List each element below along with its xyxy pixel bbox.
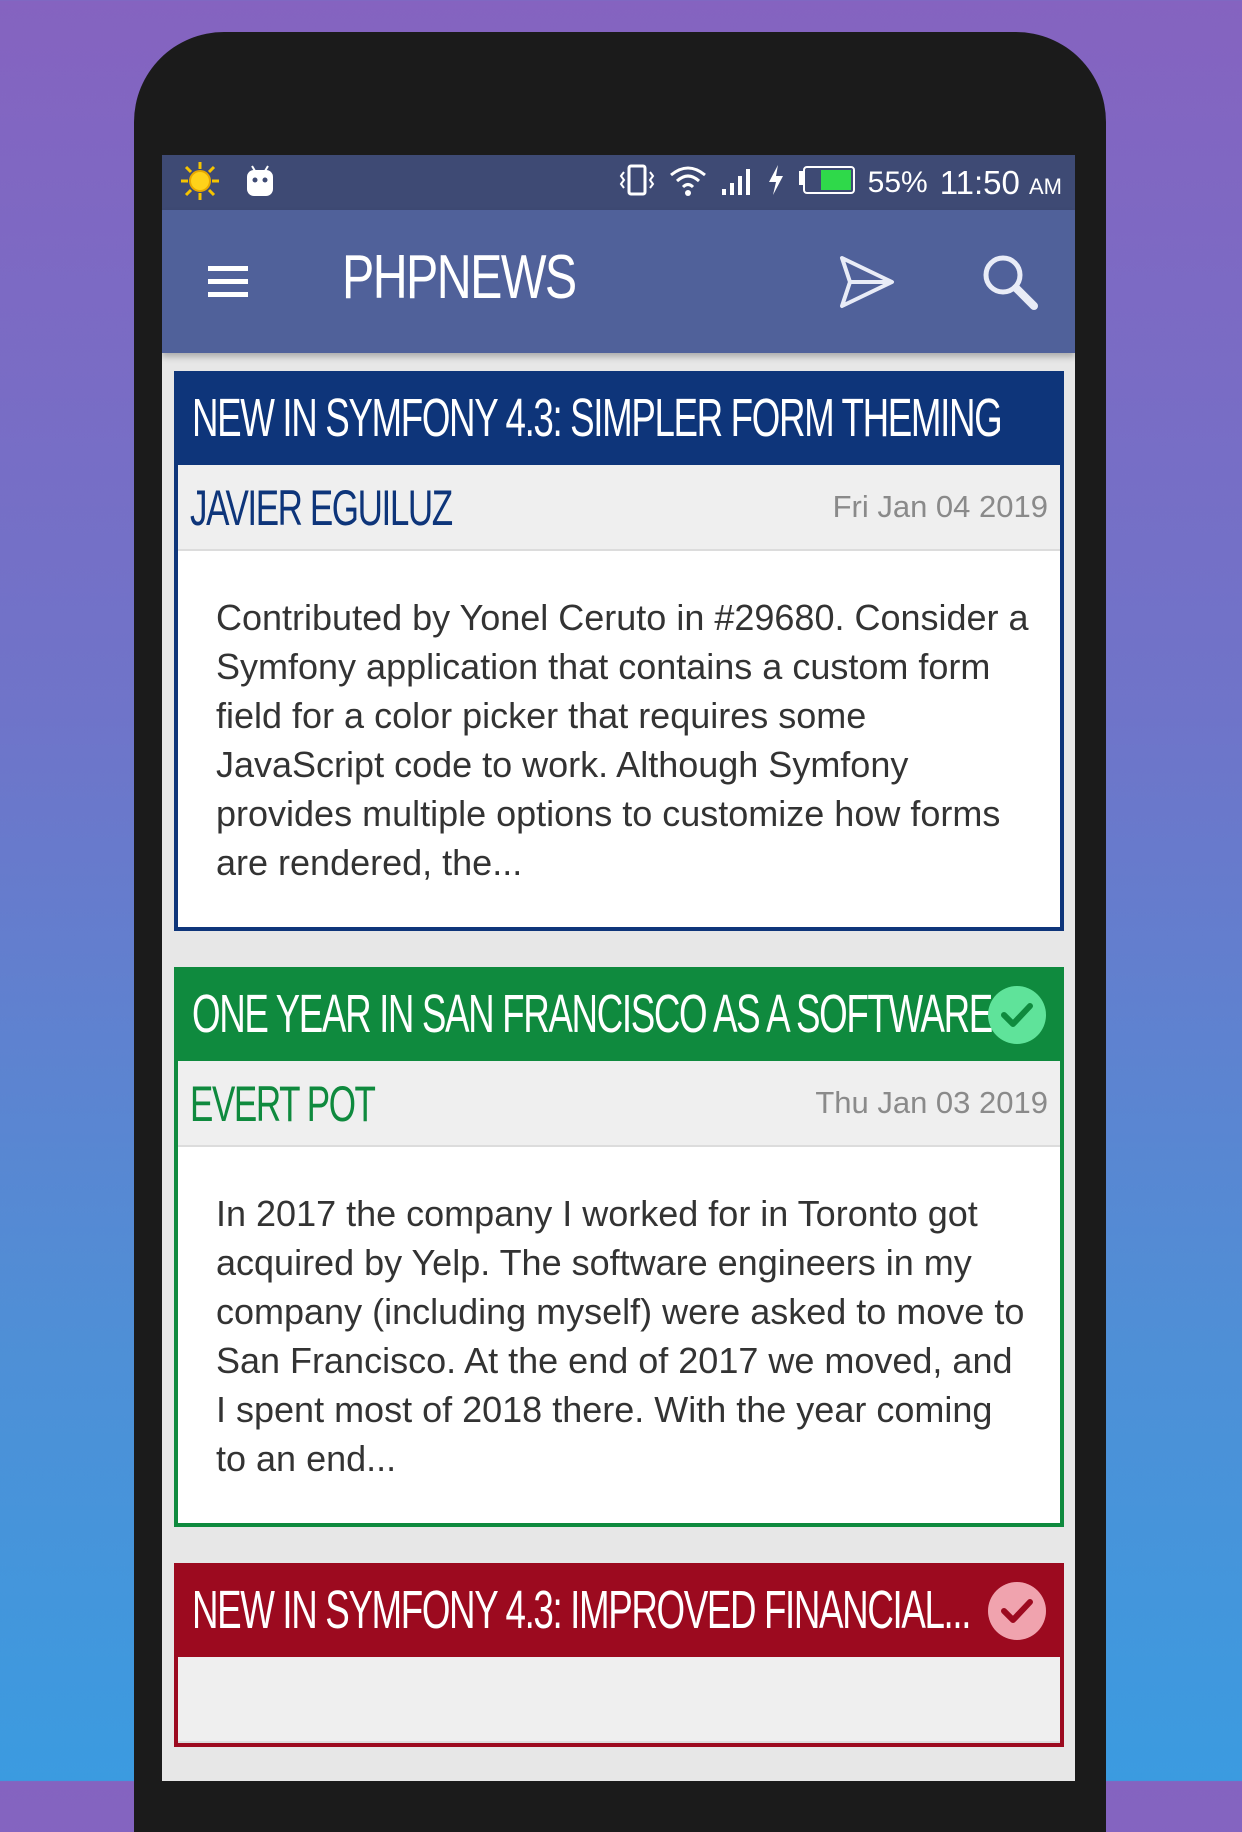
- battery-percent: 55%: [867, 165, 928, 199]
- article-excerpt: Contributed by Yonel Ceruto in #29680. C…: [216, 597, 1029, 883]
- clock-time: 11:50: [939, 163, 1020, 201]
- charging-icon: [766, 163, 786, 202]
- article-card[interactable]: NEW IN SYMFONY 4.3: IMPROVED FINANCIAL..…: [174, 1563, 1064, 1747]
- article-date: Fri Jan 04 2019: [832, 489, 1048, 524]
- article-title: NEW IN SYMFONY 4.3: SIMPLER FORM THEMING: [192, 388, 1003, 448]
- signal-icon: [720, 163, 754, 202]
- vibrate-icon: [618, 163, 656, 202]
- wifi-icon: [668, 163, 708, 202]
- article-meta: JAVIER EGUILUZ Fri Jan 04 2019: [178, 465, 1060, 551]
- read-check-icon: [988, 986, 1046, 1044]
- article-header: ONE YEAR IN SAN FRANCISCO AS A SOFTWARE.…: [178, 971, 1060, 1061]
- status-bar: 55% 11:50 AM: [162, 155, 1075, 210]
- clock-ampm: AM: [1029, 173, 1062, 199]
- article-header: NEW IN SYMFONY 4.3: SIMPLER FORM THEMING: [178, 375, 1060, 465]
- send-icon[interactable]: [838, 254, 896, 314]
- article-author: EVERT POT: [190, 1076, 376, 1132]
- article-meta: EVERT POT Thu Jan 03 2019: [178, 1061, 1060, 1147]
- app-screen: 55% 11:50 AM PHPNEWS NEW IN SYMFONY 4.3:…: [162, 155, 1075, 1781]
- clock: 11:50 AM: [940, 164, 1062, 202]
- article-date: Thu Jan 03 2019: [815, 1085, 1048, 1120]
- article-title: NEW IN SYMFONY 4.3: IMPROVED FINANCIAL..…: [192, 1580, 971, 1640]
- menu-icon[interactable]: [208, 266, 248, 300]
- article-header: NEW IN SYMFONY 4.3: IMPROVED FINANCIAL..…: [178, 1567, 1060, 1657]
- search-icon[interactable]: [980, 252, 1040, 316]
- app-title: PHPNEWS: [342, 243, 577, 312]
- article-card[interactable]: NEW IN SYMFONY 4.3: SIMPLER FORM THEMING…: [174, 371, 1064, 931]
- battery-icon: [798, 165, 856, 200]
- article-card[interactable]: ONE YEAR IN SAN FRANCISCO AS A SOFTWARE.…: [174, 967, 1064, 1527]
- android-icon: [244, 164, 276, 203]
- read-check-icon: [988, 1582, 1046, 1640]
- article-title: ONE YEAR IN SAN FRANCISCO AS A SOFTWARE.…: [192, 984, 1020, 1044]
- article-feed: NEW IN SYMFONY 4.3: SIMPLER FORM THEMING…: [174, 371, 1064, 1781]
- weather-sun-icon: [180, 161, 220, 206]
- article-author: JAVIER EGUILUZ: [190, 480, 453, 536]
- article-meta: [178, 1657, 1060, 1743]
- article-excerpt: In 2017 the company I worked for in Toro…: [216, 1193, 1025, 1479]
- app-toolbar: PHPNEWS: [162, 210, 1075, 353]
